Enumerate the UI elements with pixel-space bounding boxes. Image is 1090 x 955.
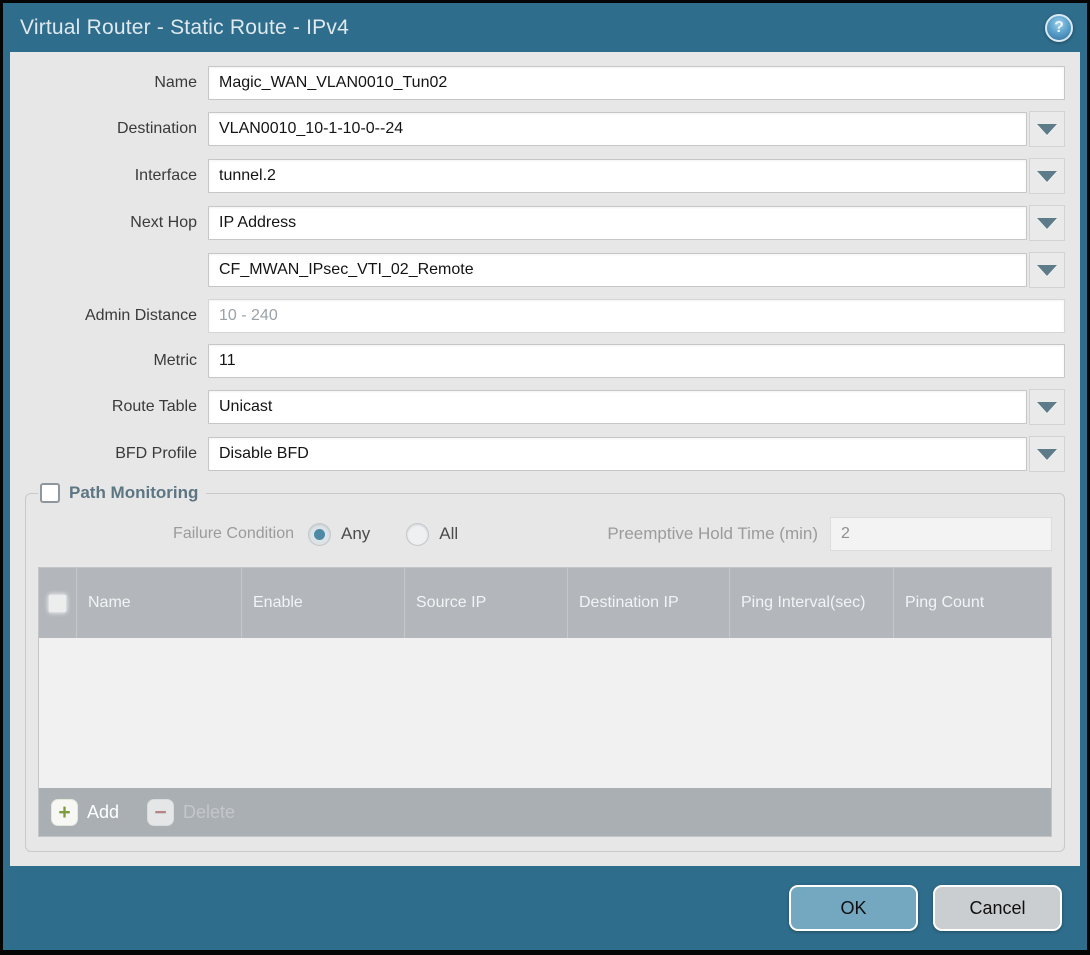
route-table-input[interactable] — [208, 390, 1027, 424]
form-row-route-table: Route Table — [25, 389, 1065, 425]
destination-label: Destination — [25, 120, 208, 138]
radio-option-any: Any — [308, 523, 370, 546]
path-monitoring-section: Path Monitoring Failure Condition Any Al… — [25, 483, 1065, 852]
form-row-destination: Destination — [25, 111, 1065, 147]
help-icon[interactable]: ? — [1045, 14, 1073, 42]
path-monitoring-table: Name Enable Source IP Destination IP Pin… — [38, 567, 1052, 837]
metric-input[interactable] — [208, 344, 1065, 378]
interface-label: Interface — [25, 167, 208, 185]
preemptive-hold-label: Preemptive Hold Time (min) — [607, 524, 830, 544]
dialog-title: Virtual Router - Static Route - IPv4 — [20, 16, 349, 40]
next-hop-type-dropdown-button[interactable] — [1029, 205, 1065, 241]
failure-condition-radio-group: Any All — [308, 523, 458, 546]
next-hop-type-input[interactable] — [208, 206, 1027, 240]
path-monitoring-title: Path Monitoring — [69, 483, 198, 503]
chevron-down-icon — [1037, 402, 1057, 413]
table-header-ping-interval: Ping Interval(sec) — [729, 568, 893, 638]
interface-input[interactable] — [208, 159, 1027, 193]
chevron-down-icon — [1037, 171, 1057, 182]
radio-option-all: All — [406, 523, 458, 546]
form-row-metric: Metric — [25, 344, 1065, 378]
radio-any-label: Any — [341, 524, 370, 544]
plus-icon: + — [51, 799, 78, 826]
table-header-row: Name Enable Source IP Destination IP Pin… — [39, 568, 1051, 638]
add-button-label: Add — [87, 802, 119, 823]
failure-condition-label: Failure Condition — [38, 525, 308, 543]
name-input[interactable] — [208, 66, 1065, 100]
bfd-profile-input[interactable] — [208, 437, 1027, 471]
form-row-name: Name — [25, 66, 1065, 100]
table-header-destination-ip: Destination IP — [567, 568, 729, 638]
form-row-interface: Interface — [25, 158, 1065, 194]
destination-input[interactable] — [208, 112, 1027, 146]
delete-button[interactable]: − Delete — [147, 799, 235, 826]
table-header-enable: Enable — [241, 568, 404, 638]
next-hop-address-dropdown-button[interactable] — [1029, 252, 1065, 288]
form-row-next-hop: Next Hop — [25, 205, 1065, 241]
radio-any[interactable] — [308, 523, 331, 546]
failure-condition-row: Failure Condition Any All Preemptive Hol… — [38, 517, 1052, 551]
preemptive-hold-input[interactable] — [830, 517, 1052, 551]
table-header-ping-count: Ping Count — [893, 568, 1051, 638]
form-row-admin-distance: Admin Distance — [25, 299, 1065, 333]
preemptive-hold-group: Preemptive Hold Time (min) — [607, 517, 1052, 551]
ok-button[interactable]: OK — [789, 885, 918, 931]
table-header-name: Name — [76, 568, 241, 638]
next-hop-label: Next Hop — [25, 214, 208, 232]
title-bar: Virtual Router - Static Route - IPv4 ? — [3, 3, 1087, 52]
table-toolbar: + Add − Delete — [39, 788, 1051, 836]
path-monitoring-legend: Path Monitoring — [38, 483, 206, 503]
chevron-down-icon — [1037, 124, 1057, 135]
bfd-profile-dropdown-button[interactable] — [1029, 436, 1065, 472]
table-header-source-ip: Source IP — [404, 568, 567, 638]
add-button[interactable]: + Add — [51, 799, 119, 826]
delete-button-label: Delete — [183, 802, 235, 823]
select-all-checkbox[interactable] — [48, 594, 67, 613]
bfd-profile-label: BFD Profile — [25, 445, 208, 463]
chevron-down-icon — [1037, 265, 1057, 276]
dialog-content: Name Destination Interface Next Hop — [10, 52, 1080, 866]
destination-dropdown-button[interactable] — [1029, 111, 1065, 147]
dialog-footer: OK Cancel — [3, 866, 1087, 950]
metric-label: Metric — [25, 352, 208, 370]
form-row-next-hop-address — [25, 252, 1065, 288]
table-body-empty — [39, 638, 1051, 788]
path-monitoring-checkbox[interactable] — [40, 483, 60, 503]
route-table-label: Route Table — [25, 398, 208, 416]
name-label: Name — [25, 74, 208, 92]
radio-all-label: All — [439, 524, 458, 544]
static-route-dialog: Virtual Router - Static Route - IPv4 ? N… — [0, 0, 1090, 955]
chevron-down-icon — [1037, 218, 1057, 229]
admin-distance-input[interactable] — [208, 299, 1065, 333]
route-table-dropdown-button[interactable] — [1029, 389, 1065, 425]
cancel-button[interactable]: Cancel — [933, 885, 1062, 931]
table-header-checkbox-cell — [39, 568, 76, 638]
interface-dropdown-button[interactable] — [1029, 158, 1065, 194]
next-hop-address-input[interactable] — [208, 253, 1027, 287]
admin-distance-label: Admin Distance — [25, 307, 208, 325]
form-row-bfd-profile: BFD Profile — [25, 436, 1065, 472]
chevron-down-icon — [1037, 449, 1057, 460]
minus-icon: − — [147, 799, 174, 826]
radio-all[interactable] — [406, 523, 429, 546]
